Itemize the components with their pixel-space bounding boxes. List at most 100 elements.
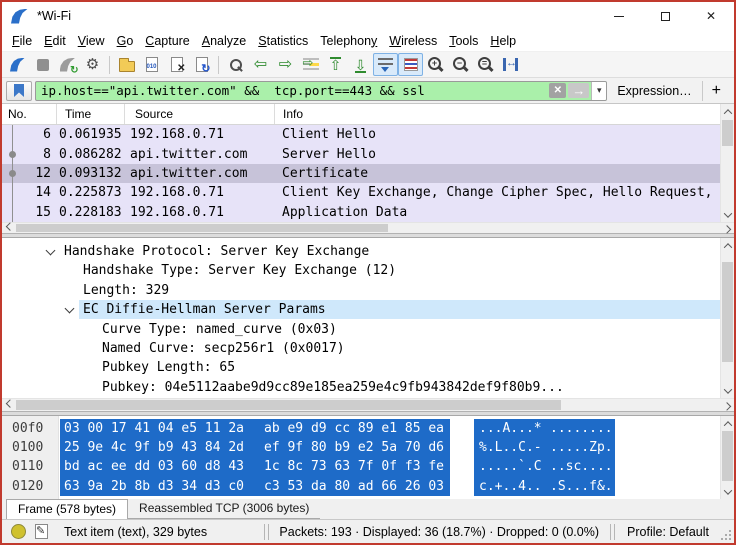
detail-row[interactable]: Named Curve: secp256r1 (0x0017): [2, 339, 720, 358]
next-packet-button[interactable]: [273, 53, 298, 76]
scroll-left-icon[interactable]: [3, 399, 16, 411]
auto-scroll-button[interactable]: [373, 53, 398, 76]
scroll-thumb[interactable]: [722, 431, 733, 481]
byte-view-tabs: Frame (578 bytes) Reassembled TCP (3006 b…: [2, 499, 734, 519]
tab-reassembled[interactable]: Reassembled TCP (3006 bytes): [128, 499, 321, 519]
add-filter-button[interactable]: +: [701, 80, 730, 101]
colorize-packets-button[interactable]: [398, 53, 423, 76]
profile-status[interactable]: Profile: Default: [616, 525, 720, 539]
hex-row[interactable]: 00f0 03 00 17 41 04 e5 11 2a ab e9 d9 cc 8…: [2, 419, 720, 439]
display-filter-input[interactable]: ip.host=="api.twitter.com" && tcp.port==…: [35, 80, 608, 101]
minimize-button[interactable]: [596, 2, 642, 30]
packet-row[interactable]: 14 0.225873 192.168.0.71 Client Key Exchang…: [2, 183, 720, 203]
menu-item-capture[interactable]: Capture: [139, 32, 195, 50]
menu-item-view[interactable]: View: [72, 32, 111, 50]
menu-item-statistics[interactable]: Statistics: [252, 32, 314, 50]
filter-apply-button[interactable]: [568, 83, 590, 98]
expander-icon[interactable]: [64, 303, 75, 314]
reload-file-button[interactable]: [189, 53, 214, 76]
menu-item-go[interactable]: Go: [111, 32, 140, 50]
close-file-button[interactable]: [164, 53, 189, 76]
filter-dropdown-button[interactable]: [591, 81, 607, 100]
details-vscrollbar[interactable]: [720, 238, 734, 398]
details-hscrollbar[interactable]: [2, 398, 734, 411]
menu-item-help[interactable]: Help: [484, 32, 522, 50]
menu-item-telephony[interactable]: Telephony: [314, 32, 383, 50]
detail-row[interactable]: Handshake Protocol: Server Key Exchange: [2, 242, 720, 261]
expression-button[interactable]: Expression…: [607, 84, 701, 98]
detail-row[interactable]: Pubkey: 04e5112aabe9d9cc89e185ea259e4c9f…: [2, 378, 720, 397]
stop-capture-button[interactable]: [30, 53, 55, 76]
hex-row[interactable]: 0100 25 9e 4c 9f b9 43 84 2d ef 9f 80 b9 e…: [2, 438, 720, 458]
hex-vscrollbar[interactable]: [720, 416, 734, 499]
hex-row[interactable]: 0120 63 9a 2b 8b d3 34 d3 c0 c3 53 da 80 a…: [2, 476, 720, 496]
last-packet-button[interactable]: [348, 53, 373, 76]
zoom-in-button[interactable]: +: [423, 53, 448, 76]
status-bar: Text item (text), 329 bytes Packets: 193…: [2, 519, 734, 543]
scroll-thumb[interactable]: [722, 262, 733, 362]
maximize-button[interactable]: [642, 2, 688, 30]
zoom-reset-button[interactable]: =: [473, 53, 498, 76]
capture-comment-icon[interactable]: [35, 524, 48, 539]
close-button[interactable]: ✕: [688, 2, 734, 30]
detail-text: Pubkey: 04e5112aabe9d9cc89e185ea259e4c9f…: [102, 379, 564, 395]
filter-bookmark-button[interactable]: [6, 80, 32, 101]
cell-no: 12: [35, 165, 51, 181]
open-file-button[interactable]: [114, 53, 139, 76]
scroll-thumb[interactable]: [722, 120, 733, 146]
packet-row[interactable]: 12 0.093132 api.twitter.com Certificate: [2, 163, 720, 184]
start-capture-button[interactable]: [5, 53, 30, 76]
hex-offset: 0120: [12, 478, 44, 494]
scroll-up-icon[interactable]: [721, 239, 734, 252]
status-separator: [263, 523, 265, 540]
packet-list-vscrollbar[interactable]: [720, 104, 734, 222]
find-packet-button[interactable]: [223, 53, 248, 76]
scroll-down-icon[interactable]: [721, 208, 734, 221]
hex-offset: 0100: [12, 440, 44, 456]
scroll-down-icon[interactable]: [721, 485, 734, 498]
scroll-thumb[interactable]: [16, 224, 388, 232]
column-header-info[interactable]: Info: [275, 104, 720, 124]
menu-item-tools[interactable]: Tools: [443, 32, 484, 50]
save-file-button[interactable]: [139, 53, 164, 76]
scroll-down-icon[interactable]: [721, 384, 734, 397]
wireshark-window: *Wi-Fi ✕ File Edit View Go Capture Analyze Sta…: [0, 0, 736, 545]
column-header-no[interactable]: No.: [2, 104, 57, 124]
scroll-right-icon[interactable]: [720, 399, 733, 411]
packet-row[interactable]: 8 0.086282 api.twitter.com Server Hello: [2, 144, 720, 165]
scroll-right-icon[interactable]: [720, 223, 733, 234]
detail-row[interactable]: EC Diffie-Hellman Server Params: [2, 300, 720, 319]
go-to-packet-button[interactable]: [298, 53, 323, 76]
expert-info-icon[interactable]: [11, 524, 26, 539]
menu-item-wireless[interactable]: Wireless: [383, 32, 443, 50]
zoom-out-button[interactable]: −: [448, 53, 473, 76]
resize-columns-button[interactable]: [498, 53, 523, 76]
expander-icon[interactable]: [45, 245, 56, 256]
scroll-up-icon[interactable]: [721, 417, 734, 430]
previous-packet-button[interactable]: [248, 53, 273, 76]
scroll-thumb[interactable]: [16, 400, 561, 410]
scroll-left-icon[interactable]: [3, 222, 16, 233]
ascii-group1: %.L..C.-: [479, 440, 542, 456]
filter-clear-button[interactable]: [549, 83, 567, 98]
detail-row[interactable]: Curve Type: named_curve (0x03): [2, 320, 720, 339]
detail-row[interactable]: Handshake Type: Server Key Exchange (12): [2, 261, 720, 280]
capture-options-button[interactable]: [80, 53, 105, 76]
column-header-time[interactable]: Time: [57, 104, 125, 124]
tab-frame[interactable]: Frame (578 bytes): [6, 499, 129, 519]
first-packet-button[interactable]: [323, 53, 348, 76]
menu-item-file[interactable]: File: [6, 32, 38, 50]
scroll-up-icon[interactable]: [721, 105, 734, 118]
packet-row[interactable]: 6 0.061935 192.168.0.71 Client Hello: [2, 125, 720, 145]
resize-grip[interactable]: [720, 529, 734, 543]
menu-item-edit[interactable]: Edit: [38, 32, 72, 50]
hex-row[interactable]: 0110 bd ac ee dd 03 60 d8 43 1c 8c 73 63 7…: [2, 457, 720, 477]
packet-row[interactable]: 15 0.228183 192.168.0.71 Application Data: [2, 202, 720, 222]
column-header-source[interactable]: Source: [125, 104, 275, 124]
detail-row[interactable]: Pubkey Length: 65: [2, 358, 720, 377]
packet-list-hscrollbar[interactable]: [2, 222, 734, 234]
detail-row[interactable]: Length: 329: [2, 281, 720, 300]
cell-source: 192.168.0.71: [130, 127, 224, 143]
restart-capture-button[interactable]: [55, 53, 80, 76]
menu-item-analyze[interactable]: Analyze: [196, 32, 252, 50]
